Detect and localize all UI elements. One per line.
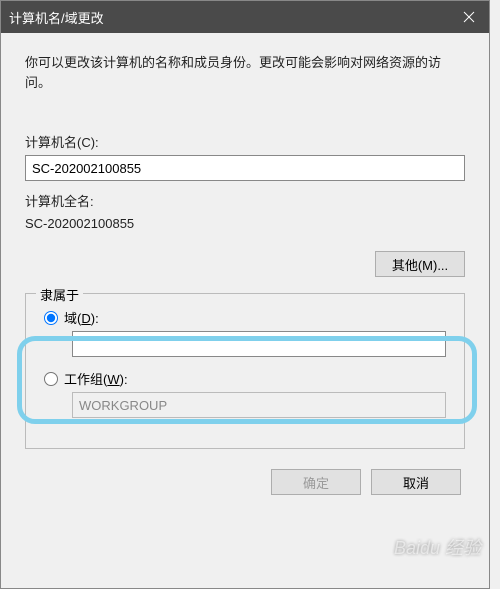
ok-button: 确定 xyxy=(271,469,361,495)
close-button[interactable] xyxy=(449,1,489,33)
close-icon xyxy=(463,11,475,23)
workgroup-radio-label: 工作组(W): xyxy=(64,369,128,388)
other-button[interactable]: 其他(M)... xyxy=(375,251,465,277)
cancel-button[interactable]: 取消 xyxy=(371,469,461,495)
watermark-text: Baidu 经验 xyxy=(394,534,481,560)
titlebar-title: 计算机名/域更改 xyxy=(9,8,449,27)
titlebar: 计算机名/域更改 xyxy=(1,1,489,33)
domain-input[interactable] xyxy=(72,331,446,357)
full-name-value: SC-202002100855 xyxy=(25,216,465,231)
domain-radio-label: 域(D): xyxy=(64,308,99,327)
member-of-legend: 隶属于 xyxy=(36,285,83,304)
computer-name-input[interactable] xyxy=(25,155,465,181)
computer-name-label: 计算机名(C): xyxy=(25,132,465,151)
member-of-group: 隶属于 域(D): 工作组(W): xyxy=(25,293,465,449)
workgroup-input xyxy=(72,392,446,418)
workgroup-radio[interactable] xyxy=(44,372,58,386)
dialog-content: 你可以更改该计算机的名称和成员身份。更改可能会影响对网络资源的访问。 计算机名(… xyxy=(1,33,489,511)
domain-radio-row[interactable]: 域(D): xyxy=(44,308,446,327)
domain-radio[interactable] xyxy=(44,311,58,325)
dialog-buttons-row: 确定 取消 xyxy=(25,469,465,495)
full-name-label: 计算机全名: xyxy=(25,191,465,210)
description-text: 你可以更改该计算机的名称和成员身份。更改可能会影响对网络资源的访问。 xyxy=(25,53,465,92)
workgroup-radio-row[interactable]: 工作组(W): xyxy=(44,369,446,388)
dialog-window: 计算机名/域更改 你可以更改该计算机的名称和成员身份。更改可能会影响对网络资源的… xyxy=(0,0,490,589)
